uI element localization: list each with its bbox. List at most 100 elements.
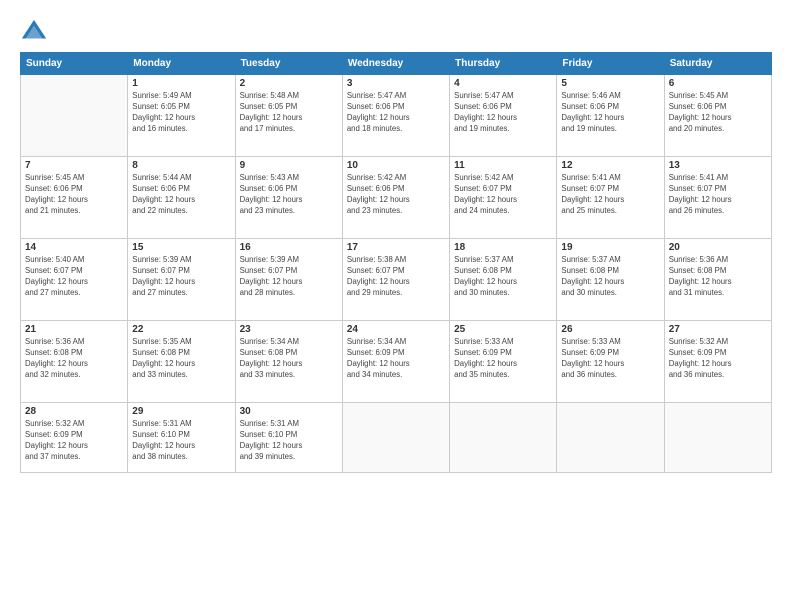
calendar-cell: 28 Sunrise: 5:32 AMSunset: 6:09 PMDayligh… — [21, 403, 128, 473]
day-info: Sunrise: 5:43 AMSunset: 6:06 PMDaylight:… — [240, 173, 338, 217]
calendar-cell: 10 Sunrise: 5:42 AMSunset: 6:06 PMDayligh… — [342, 157, 449, 239]
day-info: Sunrise: 5:32 AMSunset: 6:09 PMDaylight:… — [25, 419, 123, 463]
day-info: Sunrise: 5:41 AMSunset: 6:07 PMDaylight:… — [669, 173, 767, 217]
calendar-header-monday: Monday — [128, 53, 235, 75]
day-info: Sunrise: 5:47 AMSunset: 6:06 PMDaylight:… — [347, 91, 445, 135]
calendar-cell — [664, 403, 771, 473]
day-number: 9 — [240, 160, 338, 171]
calendar-header-tuesday: Tuesday — [235, 53, 342, 75]
day-info: Sunrise: 5:44 AMSunset: 6:06 PMDaylight:… — [132, 173, 230, 217]
calendar-cell: 11Sunrise: 5:42 AMSunset: 6:07 PMDayligh… — [450, 157, 557, 239]
day-info: Sunrise: 5:33 AMSunset: 6:09 PMDaylight:… — [561, 337, 659, 381]
day-info: Sunrise: 5:40 AMSunset: 6:07 PMDaylight:… — [25, 255, 123, 299]
day-number: 19 — [561, 242, 659, 253]
calendar-cell: 29 Sunrise: 5:31 AMSunset: 6:10 PMDayligh… — [128, 403, 235, 473]
day-number: 22 — [132, 324, 230, 335]
day-number: 21 — [25, 324, 123, 335]
calendar: SundayMondayTuesdayWednesdayThursdayFrid… — [20, 52, 772, 473]
day-number: 30 — [240, 406, 338, 417]
calendar-cell: 18 Sunrise: 5:37 AMSunset: 6:08 PMDayligh… — [450, 239, 557, 321]
calendar-cell: 22Sunrise: 5:35 AMSunset: 6:08 PMDayligh… — [128, 321, 235, 403]
day-number: 3 — [347, 78, 445, 89]
calendar-cell: 13Sunrise: 5:41 AMSunset: 6:07 PMDayligh… — [664, 157, 771, 239]
day-number: 6 — [669, 78, 767, 89]
calendar-week-row: 28 Sunrise: 5:32 AMSunset: 6:09 PMDayligh… — [21, 403, 772, 473]
day-info: Sunrise: 5:41 AMSunset: 6:07 PMDaylight:… — [561, 173, 659, 217]
calendar-cell: 27Sunrise: 5:32 AMSunset: 6:09 PMDayligh… — [664, 321, 771, 403]
day-info: Sunrise: 5:33 AMSunset: 6:09 PMDaylight:… — [454, 337, 552, 381]
day-number: 7 — [25, 160, 123, 171]
calendar-week-row: 14 Sunrise: 5:40 AMSunset: 6:07 PMDayligh… — [21, 239, 772, 321]
calendar-cell — [21, 75, 128, 157]
calendar-cell: 16 Sunrise: 5:39 AMSunset: 6:07 PMDayligh… — [235, 239, 342, 321]
calendar-cell — [342, 403, 449, 473]
calendar-cell: 1 Sunrise: 5:49 AMSunset: 6:05 PMDaylight… — [128, 75, 235, 157]
day-number: 27 — [669, 324, 767, 335]
day-info: Sunrise: 5:46 AMSunset: 6:06 PMDaylight:… — [561, 91, 659, 135]
day-number: 12 — [561, 160, 659, 171]
calendar-cell: 26 Sunrise: 5:33 AMSunset: 6:09 PMDayligh… — [557, 321, 664, 403]
day-info: Sunrise: 5:36 AMSunset: 6:08 PMDaylight:… — [669, 255, 767, 299]
page: SundayMondayTuesdayWednesdayThursdayFrid… — [0, 0, 792, 612]
calendar-cell: 8Sunrise: 5:44 AMSunset: 6:06 PMDaylight… — [128, 157, 235, 239]
day-info: Sunrise: 5:37 AMSunset: 6:08 PMDaylight:… — [561, 255, 659, 299]
calendar-cell: 7 Sunrise: 5:45 AMSunset: 6:06 PMDaylight… — [21, 157, 128, 239]
day-number: 17 — [347, 242, 445, 253]
logo — [20, 18, 52, 46]
day-info: Sunrise: 5:31 AMSunset: 6:10 PMDaylight:… — [132, 419, 230, 463]
calendar-cell: 2 Sunrise: 5:48 AMSunset: 6:05 PMDaylight… — [235, 75, 342, 157]
day-info: Sunrise: 5:48 AMSunset: 6:05 PMDaylight:… — [240, 91, 338, 135]
day-number: 26 — [561, 324, 659, 335]
logo-icon — [20, 18, 48, 46]
day-number: 10 — [347, 160, 445, 171]
day-number: 1 — [132, 78, 230, 89]
day-info: Sunrise: 5:45 AMSunset: 6:06 PMDaylight:… — [669, 91, 767, 135]
calendar-cell: 24 Sunrise: 5:34 AMSunset: 6:09 PMDayligh… — [342, 321, 449, 403]
calendar-cell: 14 Sunrise: 5:40 AMSunset: 6:07 PMDayligh… — [21, 239, 128, 321]
header — [20, 18, 772, 46]
day-number: 5 — [561, 78, 659, 89]
calendar-cell — [557, 403, 664, 473]
day-info: Sunrise: 5:45 AMSunset: 6:06 PMDaylight:… — [25, 173, 123, 217]
calendar-header-friday: Friday — [557, 53, 664, 75]
day-info: Sunrise: 5:34 AMSunset: 6:09 PMDaylight:… — [347, 337, 445, 381]
calendar-week-row: 1 Sunrise: 5:49 AMSunset: 6:05 PMDaylight… — [21, 75, 772, 157]
day-info: Sunrise: 5:36 AMSunset: 6:08 PMDaylight:… — [25, 337, 123, 381]
day-number: 28 — [25, 406, 123, 417]
calendar-cell: 9 Sunrise: 5:43 AMSunset: 6:06 PMDaylight… — [235, 157, 342, 239]
calendar-week-row: 7 Sunrise: 5:45 AMSunset: 6:06 PMDaylight… — [21, 157, 772, 239]
calendar-cell: 5 Sunrise: 5:46 AMSunset: 6:06 PMDaylight… — [557, 75, 664, 157]
calendar-header-sunday: Sunday — [21, 53, 128, 75]
calendar-cell: 23 Sunrise: 5:34 AMSunset: 6:08 PMDayligh… — [235, 321, 342, 403]
day-number: 14 — [25, 242, 123, 253]
day-number: 23 — [240, 324, 338, 335]
calendar-cell: 4 Sunrise: 5:47 AMSunset: 6:06 PMDaylight… — [450, 75, 557, 157]
day-info: Sunrise: 5:42 AMSunset: 6:07 PMDaylight:… — [454, 173, 552, 217]
calendar-header-saturday: Saturday — [664, 53, 771, 75]
day-number: 4 — [454, 78, 552, 89]
day-info: Sunrise: 5:39 AMSunset: 6:07 PMDaylight:… — [240, 255, 338, 299]
day-info: Sunrise: 5:42 AMSunset: 6:06 PMDaylight:… — [347, 173, 445, 217]
calendar-cell: 20Sunrise: 5:36 AMSunset: 6:08 PMDayligh… — [664, 239, 771, 321]
day-info: Sunrise: 5:38 AMSunset: 6:07 PMDaylight:… — [347, 255, 445, 299]
day-number: 24 — [347, 324, 445, 335]
calendar-cell — [450, 403, 557, 473]
day-info: Sunrise: 5:39 AMSunset: 6:07 PMDaylight:… — [132, 255, 230, 299]
calendar-cell: 30 Sunrise: 5:31 AMSunset: 6:10 PMDayligh… — [235, 403, 342, 473]
calendar-cell: 15Sunrise: 5:39 AMSunset: 6:07 PMDayligh… — [128, 239, 235, 321]
calendar-header-row: SundayMondayTuesdayWednesdayThursdayFrid… — [21, 53, 772, 75]
day-number: 18 — [454, 242, 552, 253]
calendar-header-thursday: Thursday — [450, 53, 557, 75]
calendar-cell: 21 Sunrise: 5:36 AMSunset: 6:08 PMDayligh… — [21, 321, 128, 403]
day-info: Sunrise: 5:49 AMSunset: 6:05 PMDaylight:… — [132, 91, 230, 135]
day-number: 29 — [132, 406, 230, 417]
day-number: 16 — [240, 242, 338, 253]
day-info: Sunrise: 5:37 AMSunset: 6:08 PMDaylight:… — [454, 255, 552, 299]
day-info: Sunrise: 5:31 AMSunset: 6:10 PMDaylight:… — [240, 419, 338, 463]
day-number: 2 — [240, 78, 338, 89]
day-info: Sunrise: 5:34 AMSunset: 6:08 PMDaylight:… — [240, 337, 338, 381]
calendar-cell: 6 Sunrise: 5:45 AMSunset: 6:06 PMDaylight… — [664, 75, 771, 157]
day-info: Sunrise: 5:47 AMSunset: 6:06 PMDaylight:… — [454, 91, 552, 135]
calendar-cell: 3 Sunrise: 5:47 AMSunset: 6:06 PMDaylight… — [342, 75, 449, 157]
calendar-header-wednesday: Wednesday — [342, 53, 449, 75]
